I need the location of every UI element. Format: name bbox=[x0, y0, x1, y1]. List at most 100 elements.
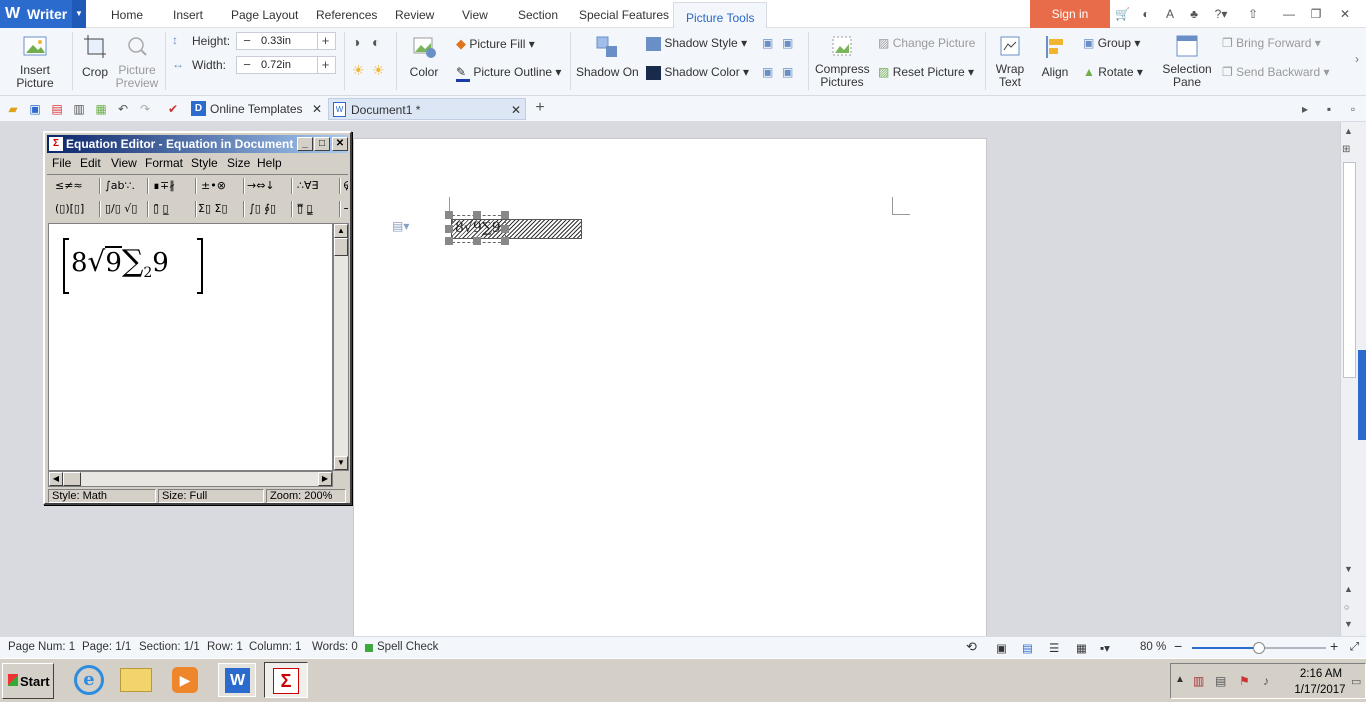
logical-symbols-palette[interactable]: ∴∀∃ bbox=[297, 175, 318, 197]
taskbar-writer[interactable]: W bbox=[218, 663, 256, 697]
volume-icon[interactable]: ♪ bbox=[1263, 674, 1269, 688]
toolbar-icon[interactable]: ▫ bbox=[1346, 102, 1360, 116]
sync-icon[interactable]: ◐ bbox=[1139, 7, 1153, 21]
document-page[interactable]: ▤▾ 8√9∑9 bbox=[353, 138, 987, 636]
nudge-up-icon[interactable]: ▣ bbox=[762, 36, 773, 50]
zoom-in-icon[interactable]: + bbox=[1330, 638, 1338, 654]
bring-forward-button[interactable]: ❐ Bring Forward ▾ bbox=[1222, 36, 1321, 50]
restore-icon[interactable]: ❐ bbox=[1309, 7, 1323, 21]
change-picture-button[interactable]: ▨ Change Picture bbox=[878, 36, 975, 50]
selection-pane-button[interactable]: Selection Pane bbox=[1160, 34, 1214, 89]
tab-view[interactable]: View bbox=[462, 8, 488, 22]
outline-view-icon[interactable]: ☰ bbox=[1049, 641, 1059, 655]
redo-icon[interactable]: ↷ bbox=[138, 102, 152, 116]
relational-symbols-palette[interactable]: ≤≠≈ bbox=[55, 175, 83, 197]
reset-picture-button[interactable]: ▨ Reset Picture ▾ bbox=[878, 65, 974, 79]
fraction-radical-palette[interactable]: ▯/▯ √▯ bbox=[105, 198, 137, 220]
save-icon[interactable]: ▣ bbox=[28, 102, 42, 116]
resize-handle[interactable] bbox=[473, 211, 481, 219]
align-button[interactable]: Align bbox=[1036, 34, 1074, 79]
crop-button[interactable]: Crop bbox=[80, 34, 110, 79]
close-icon[interactable]: ✕ bbox=[1338, 7, 1352, 21]
eq-menu-edit[interactable]: Edit bbox=[80, 156, 101, 170]
toolbar-icon[interactable]: ▸ bbox=[1298, 102, 1312, 116]
tab-special-features[interactable]: Special Features bbox=[579, 8, 669, 22]
shadow-color-button[interactable]: Shadow Color ▾ bbox=[646, 65, 749, 80]
eq-menu-style[interactable]: Style bbox=[191, 156, 218, 170]
action-center-icon[interactable]: ⚑ bbox=[1239, 674, 1250, 688]
more-templates-palette[interactable]: − bbox=[343, 198, 348, 220]
integral-palette[interactable]: ∫▯ ∮▯ bbox=[249, 198, 276, 220]
shadow-style-button[interactable]: Shadow Style ▾ bbox=[646, 36, 747, 51]
close-tab-icon[interactable]: ✕ bbox=[312, 98, 322, 120]
close-tab-icon[interactable]: ✕ bbox=[511, 99, 521, 121]
tab-page-layout[interactable]: Page Layout bbox=[231, 8, 298, 22]
clock-date[interactable]: 1/17/2017 bbox=[1287, 684, 1353, 696]
eq-menu-help[interactable]: Help bbox=[257, 156, 282, 170]
internet-explorer-icon[interactable]: e bbox=[74, 665, 104, 695]
fullscreen-icon[interactable]: ▣ bbox=[996, 641, 1007, 655]
equation-term-8[interactable]: 8 bbox=[71, 248, 88, 278]
sign-in-button[interactable]: Sign in bbox=[1030, 0, 1110, 28]
minimize-icon[interactable]: — bbox=[1282, 7, 1296, 21]
arrow-symbols-palette[interactable]: →⇔↓ bbox=[247, 175, 275, 197]
equation-term-9b[interactable]: 9 bbox=[152, 248, 169, 278]
new-tab-icon[interactable]: + bbox=[533, 100, 547, 116]
scroll-icon[interactable]: ⊞ bbox=[1342, 144, 1350, 155]
wrap-text-button[interactable]: Wrap Text bbox=[991, 34, 1029, 89]
app-menu-button[interactable]: W Writer ▼ bbox=[0, 0, 86, 28]
embellishments-palette[interactable]: ∎∓∦ bbox=[153, 175, 175, 197]
equation-term-9[interactable]: 9 bbox=[105, 246, 122, 278]
clock-time[interactable]: 2:16 AM bbox=[1293, 668, 1349, 680]
tab-insert[interactable]: Insert bbox=[173, 8, 203, 22]
show-hidden-icons-icon[interactable]: ▲ bbox=[1175, 674, 1185, 685]
picture-fill-button[interactable]: ◆ Picture Fill ▾ bbox=[456, 36, 535, 52]
equation-edit-area[interactable]: 8√9∑29 bbox=[48, 223, 333, 471]
chevron-down-icon[interactable]: ▼ bbox=[72, 0, 86, 28]
scroll-down-icon[interactable]: ▼ bbox=[1344, 564, 1353, 574]
underbar-palette[interactable]: ▯̿ ▯̳ bbox=[297, 198, 313, 220]
open-folder-icon[interactable]: ▰ bbox=[6, 102, 20, 116]
tab-document1[interactable]: W Document1 * ✕ bbox=[328, 98, 526, 120]
plus-icon[interactable]: + bbox=[317, 57, 333, 73]
safely-remove-icon[interactable]: ▤ bbox=[1215, 674, 1226, 688]
contrast-icon[interactable]: ◑ bbox=[352, 34, 360, 50]
history-icon[interactable]: ⟲ bbox=[966, 639, 977, 655]
nudge-right-icon[interactable]: ▣ bbox=[782, 65, 793, 79]
tab-references[interactable]: References bbox=[316, 8, 377, 22]
tab-online-templates[interactable]: D Online Templates ✕ bbox=[188, 98, 326, 120]
file-explorer-icon[interactable] bbox=[120, 668, 152, 692]
start-button[interactable]: Start bbox=[2, 663, 54, 699]
ribbon-scroll-right-icon[interactable]: › bbox=[1355, 52, 1359, 66]
equation-content[interactable]: 8√9∑29 bbox=[71, 244, 169, 281]
equation-editor-titlebar[interactable]: Σ Equation Editor - Equation in Document… bbox=[47, 135, 348, 153]
picture-preview-button[interactable]: Picture Preview bbox=[114, 34, 160, 90]
network-icon[interactable]: ▥ bbox=[1193, 674, 1204, 688]
taskbar-equation-editor[interactable]: Σ bbox=[264, 662, 308, 698]
side-panel-toggle[interactable] bbox=[1358, 350, 1366, 440]
minus-icon[interactable]: − bbox=[239, 33, 255, 49]
scrollbar-thumb[interactable] bbox=[1343, 162, 1356, 378]
height-value[interactable]: 0.33in bbox=[261, 35, 291, 47]
compress-pictures-button[interactable]: Compress Pictures bbox=[815, 34, 870, 89]
resize-handle[interactable] bbox=[501, 225, 509, 233]
toolbar-icon[interactable]: ▪ bbox=[1322, 102, 1336, 116]
zoom-out-icon[interactable]: − bbox=[1174, 638, 1182, 654]
maximize-icon[interactable]: □ bbox=[314, 137, 330, 151]
contrast-less-icon[interactable]: ◐ bbox=[372, 34, 380, 50]
media-player-icon[interactable]: ▶ bbox=[172, 667, 198, 693]
scrollbar-thumb[interactable] bbox=[334, 238, 348, 256]
print-preview-icon[interactable]: ▦ bbox=[94, 102, 108, 116]
vertical-scrollbar[interactable]: ▲ ⊞ ▼ ▲ ○ ▼ bbox=[1340, 122, 1358, 636]
eq-menu-format[interactable]: Format bbox=[145, 156, 183, 170]
equation-horizontal-scrollbar[interactable]: ◀ ▶ bbox=[48, 471, 333, 487]
spaces-palette[interactable]: ∫ab∵. bbox=[105, 175, 135, 197]
width-stepper[interactable]: − 0.72in + bbox=[236, 56, 336, 74]
equation-vertical-scrollbar[interactable]: ▲ ▼ bbox=[333, 223, 349, 471]
export-pdf-icon[interactable]: ▤ bbox=[50, 102, 64, 116]
tab-home[interactable]: Home bbox=[111, 8, 143, 22]
eq-menu-size[interactable]: Size bbox=[227, 156, 250, 170]
eq-menu-view[interactable]: View bbox=[111, 156, 137, 170]
scroll-down-icon[interactable]: ▼ bbox=[334, 456, 348, 470]
nudge-left-icon[interactable]: ▣ bbox=[762, 65, 773, 79]
